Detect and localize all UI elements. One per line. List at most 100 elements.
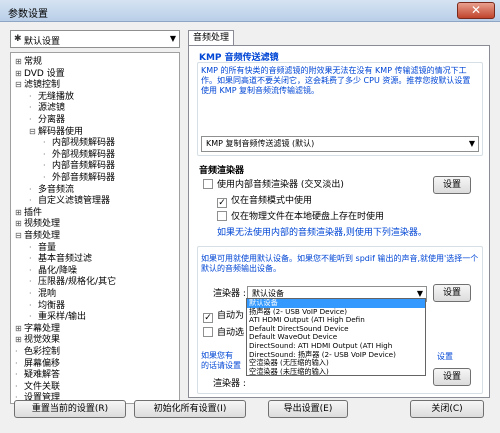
tree-item-label: 屏幕偏移 [24,358,61,369]
tree-item[interactable]: · 屏幕偏移 [15,358,60,369]
tree-item[interactable]: ⊟ 音频处理 [15,230,60,241]
tree-item-label: 视频处理 [24,219,61,230]
tree-item-label: 压限器/规格化/其它 [38,277,117,288]
tree-item-label: 多音频流 [38,184,75,195]
profile-select[interactable]: ✱ 默认设置 ▼ [10,30,180,48]
renderer-group-title: 音频渲染器 [199,166,245,176]
tree-item[interactable]: · 内部音频解码器 [43,160,115,171]
tree-item[interactable]: · 外部音频解码器 [43,172,115,183]
tree-item[interactable]: · 晶化/降噪 [29,265,77,276]
tree-item-label: 源滤镜 [38,103,66,114]
second-note-line1: 如果您有 [201,351,233,360]
tree-item[interactable]: · 自定义滤镜管理器 [29,195,110,206]
tree-item[interactable]: ⊞ 视觉效果 [15,334,60,345]
tree-item-label: 外部视频解码器 [52,149,116,160]
collapse-icon[interactable]: ⊟ [15,230,24,241]
tree-item[interactable]: ⊞ 字幕处理 [15,323,60,334]
expand-icon[interactable]: ⊞ [15,323,24,334]
profile-icon: ✱ [14,34,22,44]
init-all-button[interactable]: 初始化所有设置(I) [134,400,246,418]
expand-icon[interactable]: ⊞ [15,56,24,67]
tree-item[interactable]: · 重采样/输出 [29,311,86,322]
tree-item[interactable]: ⊟ 解码器使用 [29,126,83,137]
tree-item-label: 均衡器 [38,300,66,311]
local-file-only-box[interactable] [217,211,227,221]
second-settings-button[interactable]: 设置 [433,368,471,386]
tree-item[interactable]: ⊟ 滤镜控制 [15,79,60,90]
audio-mode-only-box[interactable]: ✓ [217,198,227,208]
tree-item[interactable]: · 混响 [29,288,56,299]
tree-item[interactable]: · 外部视频解码器 [43,149,115,160]
tree-connector-icon: · [29,103,32,113]
close-button[interactable]: ✕ [457,2,495,19]
expand-icon[interactable]: ⊞ [15,334,24,345]
internal-renderer-label: 使用内部音频渲染器 (交叉淡出) [217,180,344,190]
tree-item[interactable]: · 疑难解答 [15,369,60,380]
audio-mode-only-checkbox[interactable]: ✓ 仅在音频模式中使用 [217,195,312,208]
renderer-dropdown-list[interactable]: 默认设备 扬声器 (2- USB VoIP Device) ATI HDMI Out… [246,298,426,376]
auto-select-label: 自动选 [217,328,245,338]
expand-icon[interactable]: ⊞ [15,218,24,229]
tree-item[interactable]: ⊞ 常规 [15,56,42,67]
auto-for-box[interactable]: ✓ [203,313,213,323]
tree-item[interactable]: · 无缝播放 [29,91,74,102]
tree-item-label: 无缝播放 [38,91,75,102]
tree-item[interactable]: · 分离器 [29,114,65,125]
renderer-option[interactable]: 空渲染器 (未压缩的输入) [247,367,425,375]
tree-connector-icon: · [29,242,32,252]
tree-item[interactable]: · 音量 [29,242,56,253]
chevron-down-icon: ▼ [468,139,475,148]
export-button[interactable]: 导出设置(E) [268,400,348,418]
auto-select-checkbox[interactable]: 自动选 [203,327,244,339]
tree-item-label: 重采样/输出 [38,312,87,323]
collapse-icon[interactable]: ⊟ [15,79,24,90]
tree-item[interactable]: ⊞ DVD 设置 [15,68,65,79]
tree-item[interactable]: · 多音频流 [29,184,74,195]
settings-tree[interactable]: ⊞ 常规 ⊞ DVD 设置 ⊟ 滤镜控制 · 无缝播放 · 源滤镜 · 分离器 ⊟ 解码器使用 · 内部视频解… [10,52,180,404]
tree-connector-icon: · [15,381,18,391]
auto-for-checkbox[interactable]: ✓ 自动为 [203,310,245,323]
local-file-only-label: 仅在物理文件在本地硬盘上存在时使用 [231,212,385,222]
auto-for-label: 自动为 [217,311,245,321]
tree-item-label: 视觉效果 [24,335,61,346]
tree-item[interactable]: · 源滤镜 [29,102,65,113]
renderer-settings-button[interactable]: 设置 [433,176,471,194]
tree-connector-icon: · [29,277,32,287]
kmp-filter-select[interactable]: KMP 复制音频传送滤镜 (默认) ▼ [201,136,479,152]
expand-icon[interactable]: ⊞ [15,68,24,79]
tree-item[interactable]: · 压限器/规格化/其它 [29,276,116,287]
tree-connector-icon: · [29,184,32,194]
tree-item-label: 自定义滤镜管理器 [38,196,111,207]
tree-item-label: 基本音频过滤 [38,254,93,265]
tree-item-label: 滤镜控制 [24,80,61,91]
tree-item[interactable]: ⊞ 视频处理 [15,218,60,229]
tree-connector-icon: · [29,312,32,322]
expand-icon[interactable]: ⊞ [15,207,24,218]
tree-item-label: 内部音频解码器 [52,161,116,172]
tree-item-label: 音量 [38,242,57,253]
tree-connector-icon: · [43,173,46,182]
tab-audio-processing[interactable]: 音频处理 [188,30,234,46]
tree-item[interactable]: · 文件关联 [15,381,60,392]
tree-item[interactable]: · 内部视频解码器 [43,137,115,148]
tree-item-label: 文件关联 [24,381,61,392]
tree-item[interactable]: · 基本音频过滤 [29,253,92,264]
internal-renderer-checkbox[interactable]: 使用内部音频渲染器 (交叉淡出) [203,179,344,191]
tree-connector-icon: · [15,370,18,380]
tree-connector-icon: · [43,161,46,171]
title-bar: 参数设置 ✕ [0,0,500,22]
close-dialog-button[interactable]: 关闭(C) [410,400,484,418]
fallback-settings-button[interactable]: 设置 [433,284,471,302]
tree-item-label: 外部音频解码器 [52,173,116,183]
auto-select-box[interactable] [203,327,213,337]
tree-item-label: 音频处理 [24,231,61,241]
tree-item[interactable]: ⊞ 插件 [15,207,42,218]
tree-item[interactable]: · 均衡器 [29,300,65,311]
reset-button[interactable]: 重置当前的设置(R) [14,400,126,418]
tree-item[interactable]: · 色彩控制 [15,346,60,357]
collapse-icon[interactable]: ⊟ [29,126,38,137]
local-file-only-checkbox[interactable]: 仅在物理文件在本地硬盘上存在时使用 [217,211,384,223]
tree-item-label: 疑难解答 [24,370,61,381]
renderer-note: 如果无法使用内部的音频渲染器,则使用下列渲染器。 [217,228,427,238]
internal-renderer-box[interactable] [203,179,213,189]
